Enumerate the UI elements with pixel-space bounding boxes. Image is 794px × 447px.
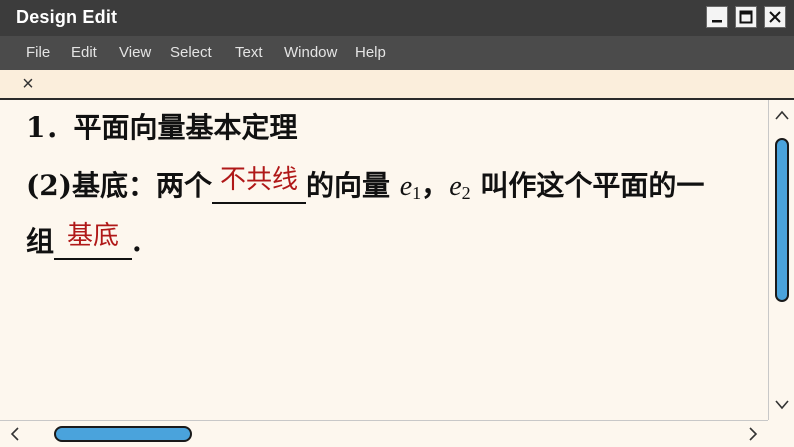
fill-blank-1[interactable]: 不共线	[211, 165, 306, 204]
vector-e2-base: e	[449, 171, 462, 202]
maximize-button[interactable]	[735, 6, 757, 28]
vector-e1: e1	[399, 171, 422, 203]
horizontal-scroll-thumb[interactable]	[54, 426, 192, 442]
minimize-icon	[712, 20, 722, 23]
chevron-down-icon	[775, 400, 789, 410]
line1-middle: 的向量	[305, 169, 400, 202]
menu-window[interactable]: Window	[284, 44, 337, 61]
blank1-answer: 不共线	[219, 165, 298, 195]
vertical-scrollbar[interactable]	[768, 100, 794, 420]
blank2-answer: 基底	[67, 221, 120, 251]
vector-e2-subscript: 2	[461, 183, 471, 203]
menu-text[interactable]: Text	[235, 44, 263, 61]
maximize-icon	[739, 10, 753, 24]
chevron-left-icon	[10, 427, 19, 441]
title-bar: Design Edit	[0, 0, 794, 36]
vector-e1-base: e	[399, 171, 413, 202]
document-canvas[interactable]: 1．平面向量基本定理 (2)基底：两个 不共线 的向量 e1，e2 叫作这个平面的…	[0, 100, 768, 420]
menu-select[interactable]: Select	[170, 44, 212, 61]
fill-blank-2[interactable]: 基底	[54, 221, 133, 260]
menu-bar: File Edit View Select Text Window Help	[0, 36, 794, 70]
menu-help[interactable]: Help	[355, 44, 386, 61]
tab-bar: ×	[0, 70, 794, 100]
menu-file[interactable]: File	[26, 44, 50, 61]
vector-e1-subscript: 1	[412, 183, 422, 203]
line1-comma: ，	[421, 169, 450, 202]
scroll-right-button[interactable]	[740, 422, 766, 446]
vector-e2: e2	[449, 171, 471, 203]
menu-edit[interactable]: Edit	[71, 44, 97, 61]
scroll-down-button[interactable]	[770, 392, 794, 418]
horizontal-scrollbar[interactable]	[0, 420, 794, 447]
tab-close-button[interactable]: ×	[18, 74, 38, 94]
scrollbar-corner	[768, 420, 794, 447]
scroll-up-button[interactable]	[770, 102, 794, 128]
menu-view[interactable]: View	[119, 44, 151, 61]
text-line-2: 组 基底.	[26, 220, 142, 260]
window-title: Design Edit	[16, 7, 118, 27]
scroll-left-button[interactable]	[2, 422, 28, 446]
line1-suffix: 叫作这个平面的一	[470, 169, 705, 202]
chevron-up-icon	[775, 110, 789, 120]
line2-prefix: 组	[26, 225, 55, 258]
page-heading: 1．平面向量基本定理	[26, 111, 298, 144]
vertical-scroll-thumb[interactable]	[775, 138, 789, 302]
close-button[interactable]	[764, 6, 786, 28]
minimize-button[interactable]	[706, 6, 728, 28]
chevron-right-icon	[749, 427, 758, 441]
text-line-1: (2)基底：两个 不共线 的向量 e1，e2 叫作这个平面的一	[26, 164, 704, 204]
line1-prefix: (2)基底：两个	[26, 169, 212, 202]
line2-suffix: .	[132, 225, 142, 258]
close-icon	[769, 11, 781, 23]
